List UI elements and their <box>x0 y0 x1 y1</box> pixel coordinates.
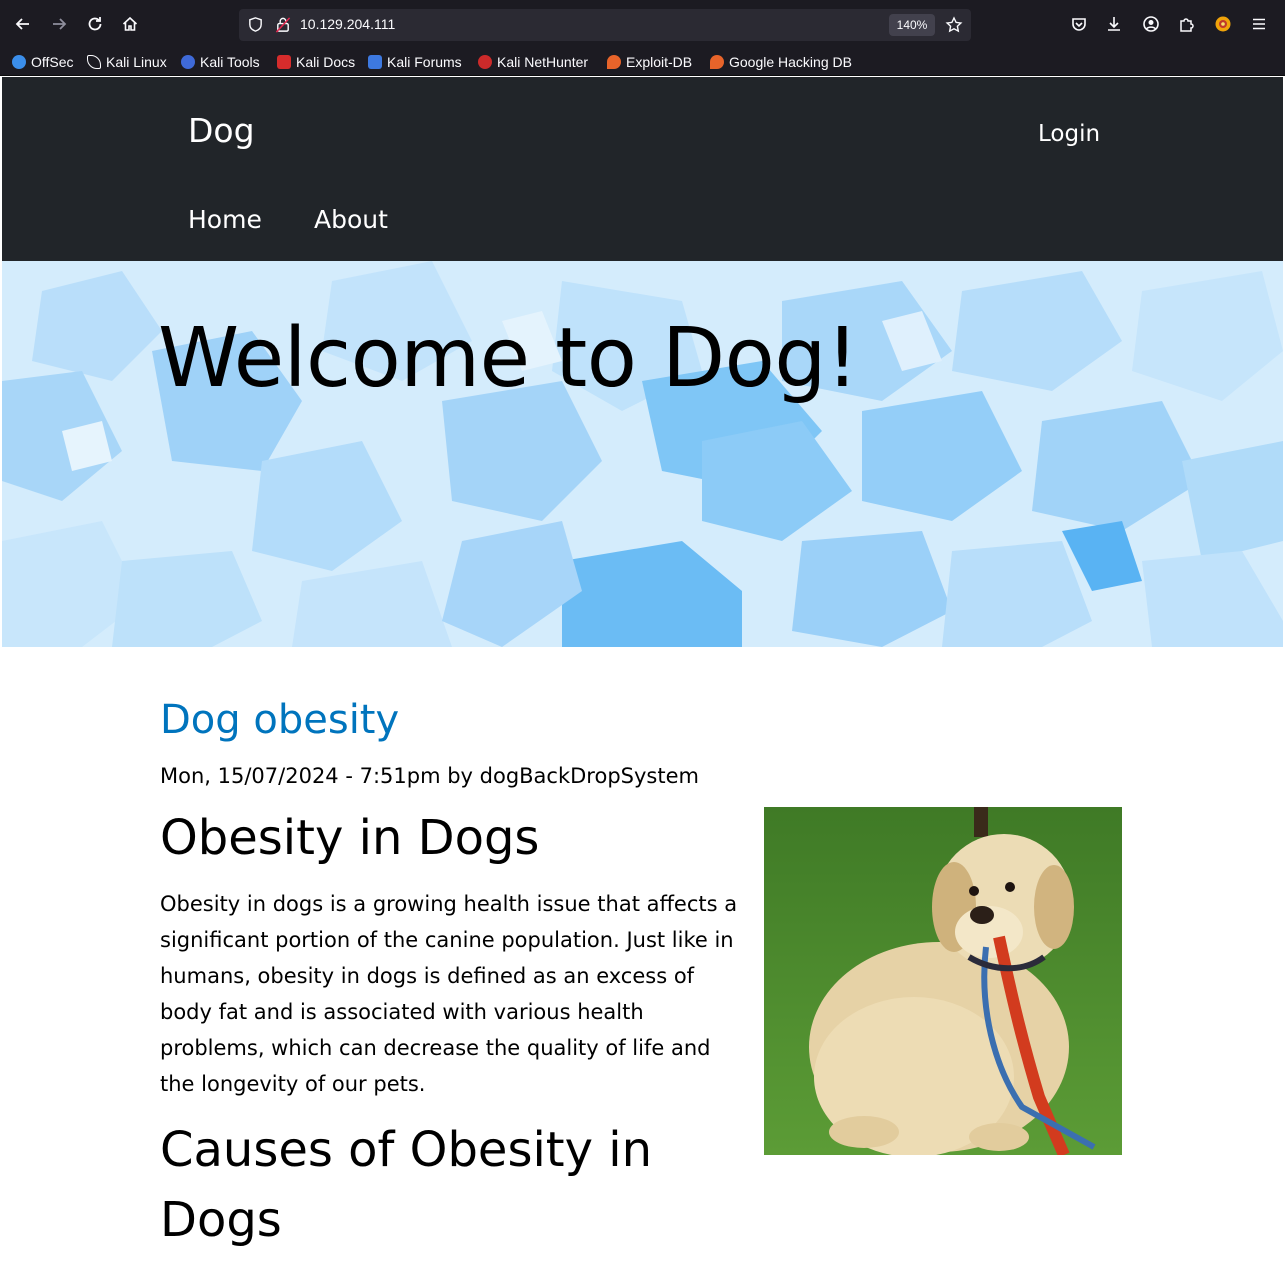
article-heading-causes: Causes of Obesity in Dogs <box>160 1122 653 1248</box>
bookmark-kali-linux[interactable]: Kali Linux <box>87 52 167 72</box>
bookmark-kali-docs[interactable]: Kali Docs <box>277 52 355 72</box>
web-page: Dog Login Home About Welcome to Dog! Dog… <box>2 77 1283 1270</box>
account-icon <box>1143 16 1159 32</box>
offsec-icon <box>12 55 26 69</box>
bookmarks-toolbar: OffSec Kali Linux Kali Tools Kali Docs K… <box>0 48 1285 76</box>
kali-dragon-icon <box>87 55 101 69</box>
kali-forums-icon <box>368 55 382 69</box>
hamburger-menu-icon <box>1253 18 1265 30</box>
download-icon <box>1108 17 1120 31</box>
bookmark-offsec[interactable]: OffSec <box>12 52 74 72</box>
nethunter-icon <box>478 55 492 69</box>
browser-toolbar: 10.129.204.111 140% <box>0 0 1285 48</box>
downloads-button[interactable] <box>1100 10 1128 38</box>
exploitdb-icon <box>607 55 621 69</box>
arrow-right-icon <box>53 18 67 30</box>
article-meta: Mon, 15/07/2024 - 7:51pm by dogBackDropS… <box>160 764 699 788</box>
hero-title: Welcome to Dog! <box>158 311 859 406</box>
article-paragraph: Obesity in dogs is a growing health issu… <box>160 892 738 1096</box>
extensions-button[interactable] <box>1173 10 1201 38</box>
bookmark-kali-nethunter[interactable]: Kali NetHunter <box>478 52 588 72</box>
home-icon <box>122 16 138 31</box>
menu-button[interactable] <box>1245 10 1273 38</box>
reload-icon <box>88 17 102 31</box>
bookmark-kali-forums[interactable]: Kali Forums <box>368 52 462 72</box>
home-button[interactable] <box>116 10 144 38</box>
zoom-level-badge[interactable]: 140% <box>889 14 935 36</box>
article-title-link[interactable]: Dog obesity <box>160 697 399 743</box>
reload-button[interactable] <box>81 10 109 38</box>
nav-home-link[interactable]: Home <box>188 205 262 234</box>
login-link[interactable]: Login <box>1038 121 1100 147</box>
dog-photo <box>764 807 1122 1155</box>
shield-icon <box>249 17 262 32</box>
bookmark-google-hacking-db[interactable]: Google Hacking DB <box>710 52 852 72</box>
bookmark-exploit-db[interactable]: Exploit-DB <box>607 52 692 72</box>
article-heading-obesity: Obesity in Dogs <box>160 810 540 866</box>
url-text[interactable]: 10.129.204.111 <box>300 16 395 32</box>
main-content: Dog obesity Mon, 15/07/2024 - 7:51pm by … <box>2 647 1283 1270</box>
puzzle-icon <box>1180 18 1194 32</box>
pocket-button[interactable] <box>1065 10 1093 38</box>
nav-about-link[interactable]: About <box>314 205 388 234</box>
insecure-lock-icon[interactable] <box>275 16 291 33</box>
site-name-link[interactable]: Dog <box>188 111 255 150</box>
foxyproxy-icon <box>1215 16 1231 32</box>
account-button[interactable] <box>1137 10 1165 38</box>
bookmark-kali-tools[interactable]: Kali Tools <box>181 52 260 72</box>
arrow-left-icon <box>15 18 29 30</box>
back-button[interactable] <box>9 10 37 38</box>
address-bar[interactable]: 10.129.204.111 140% <box>239 9 971 41</box>
pocket-icon <box>1072 18 1086 31</box>
ghdb-icon <box>710 55 724 69</box>
foxyproxy-button[interactable] <box>1209 10 1237 38</box>
kali-docs-icon <box>277 55 291 69</box>
forward-button[interactable] <box>45 10 73 38</box>
kali-tools-icon <box>181 55 195 69</box>
star-bookmark-icon[interactable] <box>945 16 963 34</box>
site-header: Dog Login Home About <box>2 77 1283 261</box>
fat-labrador-illustration <box>764 807 1122 1155</box>
hero-banner: Welcome to Dog! <box>2 261 1283 647</box>
